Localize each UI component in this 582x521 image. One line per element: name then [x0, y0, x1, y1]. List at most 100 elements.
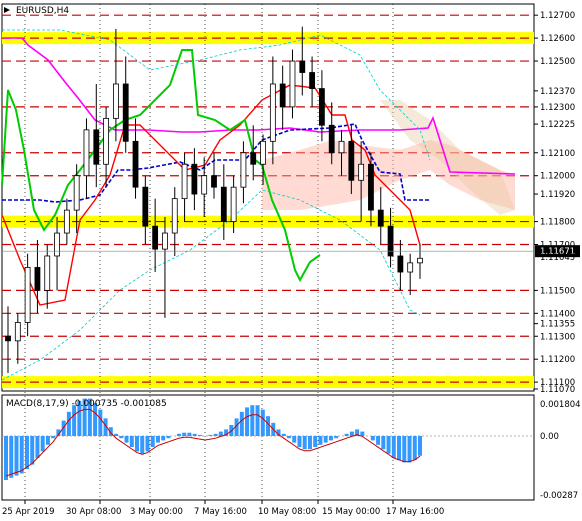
macd-histogram-bar [402, 436, 407, 463]
macd-histogram-bar [114, 433, 119, 436]
candle-body [132, 140, 139, 188]
macd-histogram-bar [119, 436, 124, 439]
time-axis-label: 15 May 00:00 [322, 507, 380, 517]
macd-histogram-bar [297, 436, 302, 447]
macd-histogram-bar [370, 436, 375, 441]
macd-histogram-bar [292, 436, 297, 443]
macd-histogram-bar [14, 436, 19, 476]
price-axis-label: 1.12600 [540, 34, 575, 44]
candle-body [63, 209, 70, 234]
macd-histogram-bar [176, 433, 181, 436]
macd-histogram-bar [45, 436, 50, 445]
macd-histogram-bar [250, 405, 255, 436]
candle-body [34, 267, 41, 291]
macd-histogram-bar [255, 405, 260, 436]
macd-histogram-bar [376, 436, 381, 445]
candle-body [14, 322, 21, 342]
macd-label: MACD(8,17,9) -0.000735 -0.001085 [6, 399, 167, 409]
price-axis-label: 1.11400 [540, 309, 575, 319]
macd-histogram-bar [334, 436, 339, 439]
macd-histogram-bar [313, 436, 318, 447]
macd-histogram-bar [407, 436, 412, 463]
macd-axis-label: 0.001804 [540, 400, 581, 410]
candle-body [220, 186, 227, 222]
candle-body [113, 83, 119, 119]
candle-body [338, 140, 345, 154]
macd-histogram-bar [66, 411, 71, 436]
macd-histogram-bar [344, 433, 349, 436]
price-axis-label: 1.12500 [540, 57, 575, 67]
price-axis-label: 1.12300 [540, 103, 575, 113]
macd-histogram-bar [40, 436, 45, 452]
mt4-chart-window[interactable]: 1.12700 1.12600 1.12500 1.12370 1.12300 1.122… [0, 0, 582, 521]
time-axis-label: 25 Apr 2019 [2, 507, 55, 517]
candle-body [328, 124, 335, 154]
candle-body [171, 198, 178, 234]
candle-body [289, 60, 296, 108]
candle-body [73, 175, 80, 211]
candle-body [358, 163, 365, 181]
candle-body [142, 186, 149, 227]
macd-histogram-bar [140, 436, 145, 454]
macd-histogram-bar [166, 436, 171, 439]
macd-histogram-bar [161, 436, 166, 441]
candle-body [93, 129, 100, 165]
candle-body [279, 83, 286, 108]
candle-body [44, 255, 51, 291]
macd-histogram-bar [286, 436, 291, 439]
candle-body [24, 267, 31, 323]
time-axis-label: 10 May 08:00 [258, 507, 316, 517]
macd-histogram-bar [124, 436, 129, 443]
price-axis-label: 1.12700 [540, 11, 575, 21]
price-axis-label: 1.12100 [540, 149, 575, 159]
price-axis-label: 1.12370 [540, 87, 575, 97]
macd-histogram-bar [197, 434, 202, 436]
candle-body [319, 88, 325, 126]
macd-histogram-bar [208, 434, 213, 436]
macd-histogram-bar [381, 436, 386, 450]
time-axis-label: 7 May 16:00 [194, 507, 247, 517]
macd-histogram-bar [360, 431, 365, 436]
macd-histogram-bar [4, 436, 8, 480]
macd-histogram-bar [192, 433, 197, 436]
candle-body [230, 186, 237, 222]
macd-histogram-bar [418, 436, 422, 456]
price-axis-label: 1.11800 [540, 218, 575, 228]
macd-histogram-bar [135, 436, 140, 452]
macd-histogram-bar [323, 436, 328, 443]
candle-body [162, 232, 168, 250]
macd-axis-label: -0.00287 [540, 491, 578, 501]
price-axis-label: 1.11920 [540, 190, 575, 200]
macd-histogram-bar [155, 436, 160, 443]
macd-histogram-bar [145, 436, 150, 452]
macd-histogram-bar [30, 436, 35, 465]
candle-body [260, 140, 266, 165]
candle-body [240, 152, 247, 188]
macd-histogram-bar [35, 436, 40, 458]
macd-histogram-bar [129, 436, 134, 447]
macd-histogram-bar [328, 436, 333, 441]
candle-body [5, 335, 11, 342]
price-axis-label: 1.11300 [540, 332, 575, 342]
candle-body [397, 255, 404, 273]
macd-histogram-bar [61, 420, 66, 436]
price-axis-label: 1.12000 [540, 172, 575, 182]
candle-body [83, 129, 90, 177]
macd-histogram-bar [266, 416, 271, 436]
macd-histogram-bar [318, 436, 323, 445]
candle-body [152, 225, 159, 250]
candle-body [348, 140, 355, 181]
candle-body [269, 83, 276, 142]
macd-histogram-bar [187, 432, 192, 436]
time-axis-label: 3 May 00:00 [130, 507, 183, 517]
candle-body [250, 152, 257, 165]
candle-body [122, 83, 129, 142]
candle-body [54, 232, 60, 257]
macd-histogram-bar [245, 407, 250, 436]
macd-histogram-bar [391, 436, 396, 458]
candle-body [191, 163, 198, 195]
candle-body [181, 163, 188, 200]
macd-histogram-bar [9, 436, 14, 478]
macd-histogram-bar [19, 436, 24, 474]
macd-histogram-bar [307, 436, 312, 450]
